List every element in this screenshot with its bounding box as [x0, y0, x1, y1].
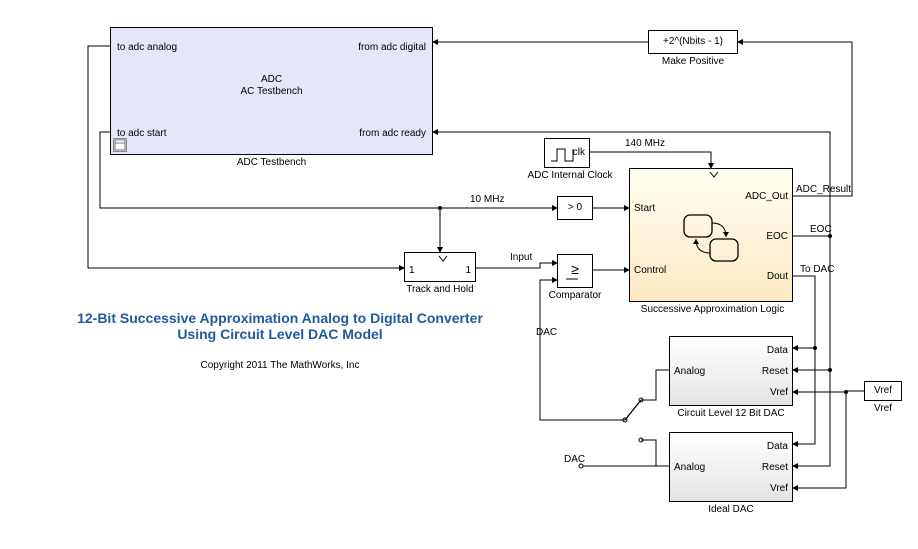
ideal-dac-block[interactable]: Analog Data Reset Vref — [669, 432, 793, 502]
gt-zero-block[interactable]: > 0 — [557, 196, 593, 220]
sar-block[interactable]: Start Control ADC_Out EOC Dout — [629, 168, 793, 302]
circuit-dac-block[interactable]: Analog Data Reset Vref — [669, 336, 793, 406]
circuit-dac-vref: Vref — [770, 387, 788, 398]
adc-testbench-block[interactable]: to adc analog to adc start from adc digi… — [110, 27, 433, 155]
track-hold-block[interactable]: 1 1 — [404, 252, 476, 282]
sar-label: Successive Approximation Logic — [625, 304, 800, 315]
wire-label-to-dac: To DAC — [800, 264, 834, 275]
port-to-adc-analog: to adc analog — [117, 42, 177, 53]
circuit-dac-data: Data — [767, 345, 788, 356]
sar-port-control: Control — [634, 265, 666, 276]
model-reference-icon — [113, 138, 127, 152]
adc-testbench-label: ADC Testbench — [110, 157, 433, 168]
vref-label: Vref — [864, 403, 902, 414]
track-hold-out: 1 — [465, 265, 471, 276]
circuit-dac-analog: Analog — [674, 366, 705, 377]
stateflow-icon — [682, 213, 742, 263]
wire-label-adc-result: ADC_Result — [796, 184, 851, 195]
wire-label-dac2: DAC — [564, 454, 585, 465]
wire-label-input: Input — [510, 252, 532, 263]
wire-label-dac1: DAC — [536, 327, 557, 338]
gt-zero-text: > 0 — [558, 202, 592, 213]
sar-port-dout: Dout — [767, 271, 788, 282]
adc-clock-block[interactable]: clk — [544, 138, 590, 168]
ideal-dac-data: Data — [767, 441, 788, 452]
ideal-dac-label: Ideal DAC — [669, 504, 793, 515]
adc-clock-port-clk: clk — [573, 147, 585, 158]
circuit-dac-label: Circuit Level 12 Bit DAC — [669, 408, 793, 419]
sar-port-adc-out: ADC_Out — [745, 191, 788, 202]
port-from-adc-digital: from adc digital — [358, 42, 426, 53]
circuit-dac-reset: Reset — [762, 366, 788, 377]
track-hold-label: Track and Hold — [395, 284, 485, 295]
comparator-label: Comparator — [540, 290, 610, 301]
adc-testbench-center1: ADC — [111, 74, 432, 85]
adc-testbench-center2: AC Testbench — [111, 86, 432, 97]
make-positive-text: +2^(Nbits - 1) — [649, 36, 737, 47]
comparator-block[interactable]: ≥ — [557, 254, 593, 288]
make-positive-label: Make Positive — [648, 56, 738, 67]
diagram-title-line2: Using Circuit Level DAC Model — [30, 326, 530, 342]
copyright-text: Copyright 2011 The MathWorks, Inc — [140, 360, 420, 371]
adc-clock-label: ADC Internal Clock — [520, 170, 620, 181]
sar-port-start: Start — [634, 203, 655, 214]
wire-label-10mhz: 10 MHz — [470, 194, 504, 205]
vref-text: Vref — [865, 385, 901, 396]
port-from-adc-ready: from adc ready — [359, 128, 426, 139]
sar-port-eoc: EOC — [766, 231, 788, 242]
make-positive-block[interactable]: +2^(Nbits - 1) — [648, 30, 738, 54]
wire-label-eoc: EOC — [810, 224, 832, 235]
diagram-title-line1: 12-Bit Successive Approximation Analog t… — [30, 310, 530, 326]
manual-switch[interactable] — [613, 395, 653, 445]
wire-label-140mhz: 140 MHz — [625, 138, 665, 149]
ideal-dac-analog: Analog — [674, 462, 705, 473]
ideal-dac-reset: Reset — [762, 462, 788, 473]
ideal-dac-vref: Vref — [770, 483, 788, 494]
track-hold-in: 1 — [409, 265, 415, 276]
vref-block[interactable]: Vref — [864, 381, 902, 401]
